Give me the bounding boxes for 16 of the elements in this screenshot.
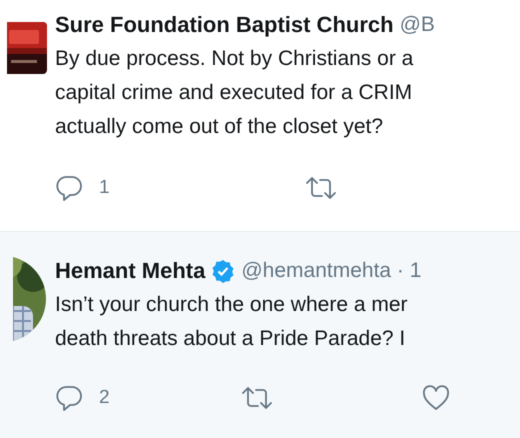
reply-count: 1: [99, 177, 110, 199]
speech-bubble-icon[interactable]: [55, 384, 83, 412]
tweet-text: By due process. Not by Christians or a: [55, 46, 414, 72]
author-name[interactable]: Sure Foundation Baptist Church: [55, 12, 394, 38]
retweet-icon[interactable]: [241, 385, 273, 411]
heart-icon[interactable]: [422, 385, 450, 411]
author-name[interactable]: Hemant Mehta: [55, 258, 206, 284]
tweet-text: capital crime and executed for a CRIM: [55, 80, 414, 106]
speech-bubble-icon[interactable]: [55, 174, 83, 202]
tweet-text: actually come out of the closet yet?: [55, 114, 384, 140]
author-handle[interactable]: @B: [400, 13, 435, 37]
reply-count: 2: [99, 387, 110, 409]
retweet-icon[interactable]: [305, 175, 337, 201]
tweet-text: death threats about a Pride Parade? I: [55, 326, 406, 352]
author-handle[interactable]: @hemantmehta · 1: [241, 259, 422, 283]
tweet-text: Isn’t your church the one where a mer: [55, 292, 409, 318]
